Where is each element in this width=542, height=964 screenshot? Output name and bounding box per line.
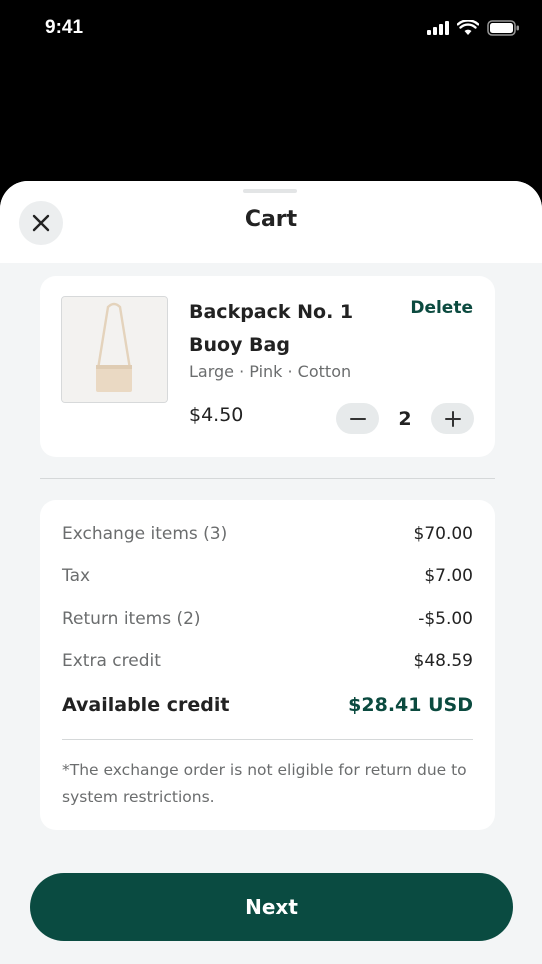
status-bar: 9:41 [0, 0, 542, 60]
product-variant: Large · Pink · Cotton [189, 362, 352, 381]
cart-item-card: Backpack No. 1 Buoy Bag Large · Pink · C… [40, 276, 495, 457]
quantity-value: 2 [398, 407, 412, 430]
bag-illustration [62, 297, 167, 402]
sheet-grabber[interactable] [243, 189, 297, 193]
summary-value: $7.00 [424, 566, 473, 586]
quantity-stepper: 2 [336, 403, 474, 434]
product-name-line1: Backpack No. 1 [189, 301, 354, 323]
summary-label: Exchange items (3) [62, 524, 228, 544]
section-divider [40, 478, 495, 479]
summary-row: Exchange items (3) $70.00 [62, 524, 473, 544]
increase-quantity-button[interactable] [431, 403, 474, 434]
sheet-header: Cart [0, 181, 542, 263]
summary-row: Tax $7.00 [62, 566, 473, 586]
product-name-line2: Buoy Bag [189, 334, 290, 356]
plus-icon [444, 410, 461, 427]
available-credit-row: Available credit $28.41 USD [62, 694, 473, 716]
summary-value: $48.59 [413, 651, 473, 671]
minus-icon [349, 417, 366, 420]
decrease-quantity-button[interactable] [336, 403, 379, 434]
product-price: $4.50 [189, 404, 244, 426]
summary-row: Return items (2) -$5.00 [62, 609, 473, 629]
cart-sheet: Cart Backpack No. 1 Buoy Bag Large · Pin… [0, 181, 542, 964]
next-button[interactable]: Next [30, 873, 513, 941]
summary-divider [62, 739, 473, 740]
summary-value: -$5.00 [418, 609, 473, 629]
summary-card: Exchange items (3) $70.00 Tax $7.00 Retu… [40, 500, 495, 830]
battery-icon [487, 20, 519, 36]
summary-label: Tax [62, 566, 91, 586]
wifi-icon [457, 20, 479, 35]
summary-label: Extra credit [62, 651, 161, 671]
available-credit-value: $28.41 USD [348, 694, 473, 716]
signal-icon [427, 21, 449, 35]
product-image[interactable] [61, 296, 168, 403]
page-title: Cart [244, 207, 298, 232]
delete-button[interactable]: Delete [410, 298, 473, 318]
product-name[interactable]: Backpack No. 1 Buoy Bag [189, 296, 379, 362]
status-time: 9:41 [45, 17, 84, 38]
summary-value: $70.00 [413, 524, 473, 544]
available-credit-label: Available credit [62, 694, 230, 716]
summary-row: Extra credit $48.59 [62, 651, 473, 671]
eligibility-note: *The exchange order is not eligible for … [62, 761, 467, 806]
status-icons [427, 20, 520, 36]
summary-label: Return items (2) [62, 609, 201, 629]
